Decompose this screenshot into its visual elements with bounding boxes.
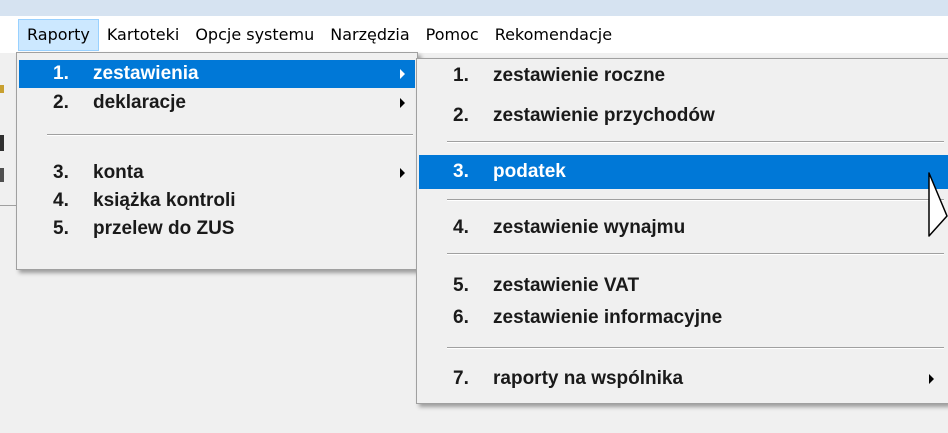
menu-item-zestawienie-informacyjne[interactable]: 6. zestawienie informacyjne	[419, 303, 946, 333]
menu-item-label: zestawienie VAT	[493, 275, 640, 296]
mouse-cursor-icon	[928, 172, 948, 237]
menu-separator	[447, 141, 944, 143]
menu-item-label: deklaracje	[93, 92, 186, 113]
menubar-kartoteki[interactable]: Kartoteki	[99, 19, 187, 51]
menu-separator	[47, 134, 413, 136]
menu-item-podatek[interactable]: 3. podatek	[419, 155, 948, 189]
background-fragment	[0, 85, 4, 93]
menu-item-zestawienie-przychodow[interactable]: 2. zestawienie przychodów	[419, 101, 946, 131]
menu-separator	[447, 347, 944, 349]
menu-item-label: zestawienia	[93, 63, 199, 84]
menubar-opcje-systemu[interactable]: Opcje systemu	[187, 19, 322, 51]
menu-item-label: podatek	[493, 161, 566, 182]
menubar-pomoc[interactable]: Pomoc	[418, 19, 487, 51]
menu-item-label: zestawienie informacyjne	[493, 307, 723, 328]
menu-item-number: 6.	[453, 307, 469, 328]
menu-item-number: 3.	[453, 161, 469, 182]
menu-item-number: 4.	[453, 217, 469, 238]
chevron-right-icon	[400, 98, 405, 108]
chevron-right-icon	[400, 168, 405, 178]
chevron-right-icon	[929, 374, 934, 384]
zestawienia-submenu: 1. zestawienie roczne 2. zestawienie prz…	[416, 58, 948, 404]
menu-separator	[447, 199, 944, 201]
menubar-rekomendacje[interactable]: Rekomendacje	[487, 19, 620, 51]
menu-item-number: 1.	[53, 63, 69, 84]
menu-item-zestawienie-roczne[interactable]: 1. zestawienie roczne	[419, 61, 946, 91]
menu-item-label: raporty na wspólnika	[493, 368, 684, 389]
menu-item-label: zestawienie przychodów	[493, 105, 715, 126]
menu-item-number: 4.	[53, 190, 69, 211]
menu-item-label: przelew do ZUS	[93, 218, 235, 239]
menu-item-zestawienia[interactable]: 1. zestawienia	[19, 60, 415, 88]
menu-item-label: książka kontroli	[93, 190, 236, 211]
menubar-narzedzia[interactable]: Narzędzia	[322, 19, 417, 51]
menu-item-raporty-na-wspolnika[interactable]: 7. raporty na wspólnika	[419, 364, 946, 394]
menu-item-label: konta	[93, 162, 144, 183]
raporty-dropdown-menu: 1. zestawienia 2. deklaracje 3. konta 4.…	[16, 52, 418, 270]
menu-item-number: 7.	[453, 368, 469, 389]
background-fragment	[0, 168, 4, 182]
menu-item-przelew-do-zus[interactable]: 5. przelew do ZUS	[19, 215, 415, 243]
menu-item-zestawienie-wynajmu[interactable]: 4. zestawienie wynajmu	[419, 213, 946, 243]
menu-item-number: 2.	[53, 92, 69, 113]
menu-item-ksiazka-kontroli[interactable]: 4. książka kontroli	[19, 187, 415, 215]
window-top-strip	[0, 0, 948, 16]
menu-item-number: 2.	[453, 105, 469, 126]
menubar-raporty[interactable]: Raporty	[18, 18, 99, 51]
menu-item-zestawienie-vat[interactable]: 5. zestawienie VAT	[419, 271, 946, 301]
menu-item-konta[interactable]: 3. konta	[19, 159, 415, 187]
menu-item-label: zestawienie wynajmu	[493, 217, 686, 238]
menu-bar: Raporty Kartoteki Opcje systemu Narzędzi…	[0, 16, 948, 53]
chevron-right-icon	[400, 69, 405, 79]
menu-item-label: zestawienie roczne	[493, 65, 666, 86]
menu-item-deklaracje[interactable]: 2. deklaracje	[19, 89, 415, 117]
menu-item-number: 5.	[53, 218, 69, 239]
menu-separator	[447, 253, 944, 255]
menu-item-number: 3.	[53, 162, 69, 183]
background-fragment	[0, 135, 4, 151]
menu-item-number: 5.	[453, 275, 469, 296]
menu-item-number: 1.	[453, 65, 469, 86]
